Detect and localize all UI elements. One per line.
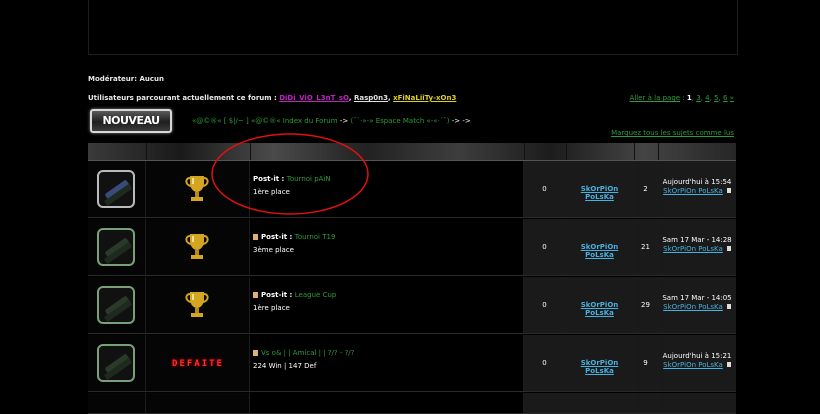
postit-icon: [253, 292, 258, 298]
last-post-date: Aujourd'hui à 15:54: [662, 178, 732, 186]
breadcrumb-forum-link[interactable]: «@©®« [ $|/~ ] «@©®« Index du Forum: [192, 117, 338, 125]
table-row[interactable]: DEFAITE Vs o& | | Amical | | ?/? - ?/? 2…: [88, 335, 736, 392]
trophy-icon: [185, 176, 209, 201]
author-link[interactable]: SkOrPiOn PoLsKa: [566, 301, 633, 317]
topic-title-link[interactable]: Vs o& | | Amical | | ?/? - ?/?: [261, 349, 354, 357]
user-link-3[interactable]: xFiNaLiiTy-xOn3: [393, 94, 456, 102]
mark-all-read-link[interactable]: Marquez tous les sujets comme lus: [611, 129, 734, 137]
views-count: 9: [643, 359, 648, 367]
topic-folder-icon: [97, 286, 135, 324]
last-post-author-link[interactable]: SkOrPiOn PoLsKa: [663, 361, 723, 369]
author-link[interactable]: SkOrPiOn PoLsKa: [566, 359, 633, 375]
postit-icon: [253, 234, 258, 240]
users-prefix: Utilisateurs parcourant actuellement ce …: [88, 94, 280, 102]
table-row[interactable]: Post-it : Tournoi T19 3ème place 0 SkOrP…: [88, 219, 736, 276]
page-link[interactable]: 5: [714, 94, 718, 102]
top-panel: [88, 0, 738, 55]
breadcrumb-arrow: ->: [451, 117, 461, 125]
last-post-date: Sam 17 Mar - 14:28: [662, 236, 732, 244]
topic-folder-icon: [97, 170, 135, 208]
author-link[interactable]: SkOrPiOn PoLsKa: [566, 243, 633, 259]
breadcrumb: «@©®« [ $|/~ ] «@©®« Index du Forum -> (…: [192, 117, 471, 125]
topic-title-link[interactable]: League Cup: [295, 291, 337, 299]
topic-title-link[interactable]: Tournoi T19: [295, 233, 336, 241]
user-link-2[interactable]: Rasp0n3: [354, 94, 388, 102]
defaite-badge: DEFAITE: [172, 359, 224, 369]
pagination-label[interactable]: Aller à la page: [630, 94, 681, 102]
red-annotation-circle: [211, 133, 369, 215]
pagination: Aller à la page : 1, 3, 4, 5, 6 »: [629, 94, 734, 102]
table-row[interactable]: [88, 393, 736, 414]
last-post-date: Sam 17 Mar - 14:05: [662, 294, 732, 302]
new-topic-button[interactable]: NOUVEAU: [90, 109, 172, 133]
replies-count: 0: [542, 359, 547, 367]
breadcrumb-arrow: ->: [462, 117, 471, 125]
replies-count: 0: [542, 301, 547, 309]
view-latest-icon[interactable]: [726, 188, 731, 193]
topics-table: Post-it : Tournoi pAiN 1ère place 0 SkOr…: [88, 143, 736, 414]
user-link-1[interactable]: DiDi_ViO_L3nT_sO: [279, 94, 349, 102]
last-post-date: Aujourd'hui à 15:21: [662, 352, 732, 360]
table-row[interactable]: Post-it : Tournoi pAiN 1ère place 0 SkOr…: [88, 161, 736, 218]
postit-label: Post-it :: [261, 233, 295, 241]
topic-icon: [253, 350, 258, 356]
topic-folder-icon: [97, 228, 135, 266]
page-link[interactable]: 3: [696, 94, 700, 102]
view-latest-icon[interactable]: [726, 246, 731, 251]
last-post-author-link[interactable]: SkOrPiOn PoLsKa: [663, 187, 723, 195]
postit-label: Post-it :: [261, 291, 295, 299]
moderator-label: Modérateur: Aucun: [88, 75, 164, 83]
page-link[interactable]: 6: [723, 94, 727, 102]
trophy-icon: [185, 292, 209, 317]
trophy-icon: [185, 234, 209, 259]
next-page-link[interactable]: »: [730, 94, 734, 102]
author-link[interactable]: SkOrPiOn PoLsKa: [566, 185, 633, 201]
topic-subtitle: 224 Win | 147 Def: [253, 362, 317, 370]
topic-folder-icon: [97, 344, 135, 382]
table-header: [88, 143, 736, 161]
views-count: 29: [641, 301, 650, 309]
last-post-author-link[interactable]: SkOrPiOn PoLsKa: [663, 303, 723, 311]
views-count: 2: [643, 185, 648, 193]
users-online: Utilisateurs parcourant actuellement ce …: [88, 94, 457, 102]
topic-subtitle: 3ème place: [253, 246, 294, 254]
topic-subtitle: 1ère place: [253, 304, 290, 312]
table-row[interactable]: Post-it : League Cup 1ère place 0 SkOrPi…: [88, 277, 736, 334]
breadcrumb-section-link[interactable]: (¯`·»-» Espace Match «-«·´¯): [350, 117, 449, 125]
page-link[interactable]: 4: [705, 94, 709, 102]
replies-count: 0: [542, 243, 547, 251]
views-count: 21: [641, 243, 650, 251]
breadcrumb-arrow: ->: [339, 117, 349, 125]
view-latest-icon[interactable]: [726, 304, 731, 309]
page-current: 1: [686, 94, 692, 102]
replies-count: 0: [542, 185, 547, 193]
view-latest-icon[interactable]: [726, 362, 731, 367]
last-post-author-link[interactable]: SkOrPiOn PoLsKa: [663, 245, 723, 253]
